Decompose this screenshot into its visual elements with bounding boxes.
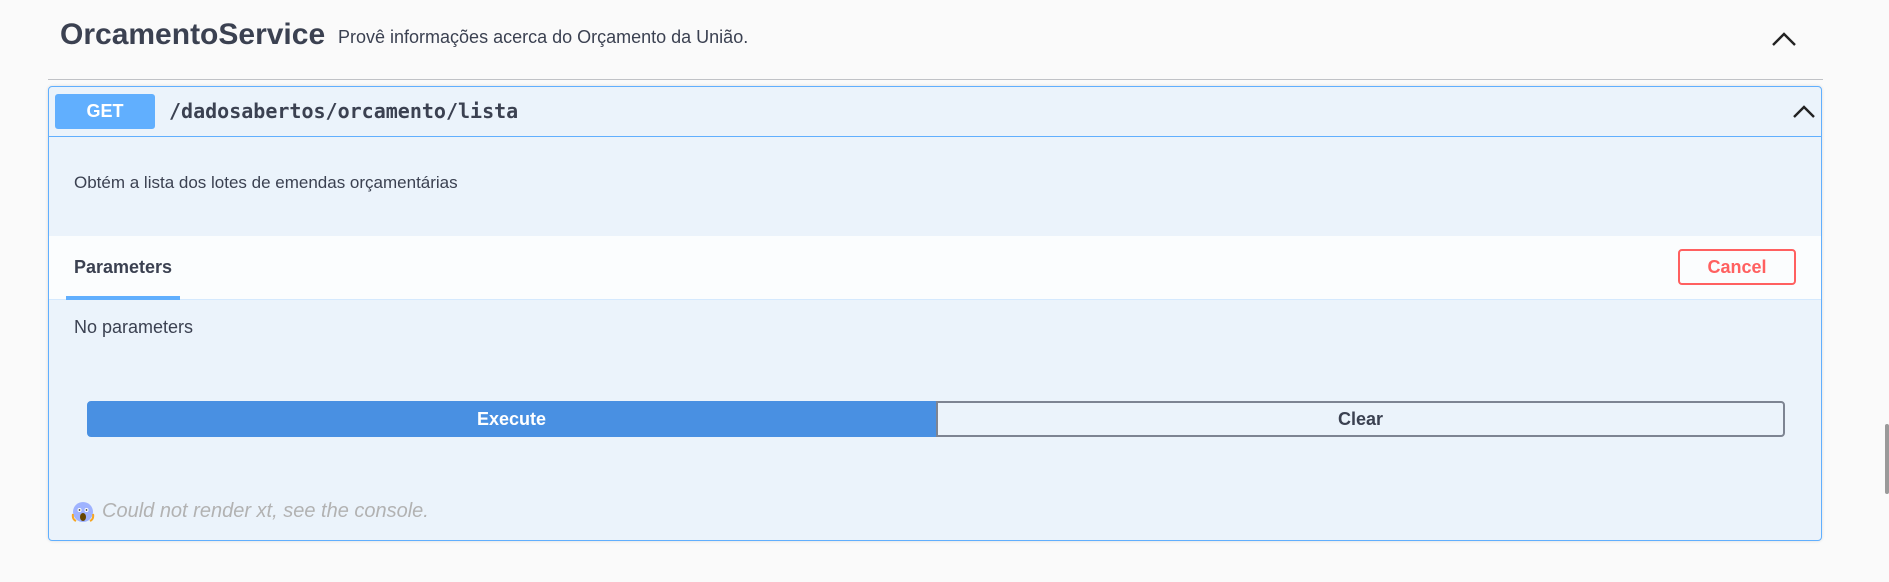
operation-path: /dadosabertos/orcamento/lista bbox=[169, 99, 519, 123]
tag-section-header[interactable]: OrcamentoService Provê informações acerc… bbox=[48, 0, 1823, 80]
scrollbar-thumb[interactable] bbox=[1885, 424, 1889, 494]
operation-summary[interactable]: GET /dadosabertos/orcamento/lista bbox=[49, 87, 1821, 137]
tab-parameters[interactable]: Parameters bbox=[66, 236, 180, 300]
screaming-face-icon bbox=[71, 500, 95, 524]
operation-description: Obtém a lista dos lotes de emendas orçam… bbox=[74, 173, 458, 192]
tag-title: OrcamentoService bbox=[60, 18, 326, 51]
page: OrcamentoService Provê informações acerc… bbox=[0, 0, 1889, 582]
chevron-up-icon[interactable] bbox=[1789, 97, 1819, 127]
cancel-button[interactable]: Cancel bbox=[1678, 249, 1796, 285]
parameters-header: Parameters Cancel bbox=[49, 236, 1821, 300]
tab-parameters-label: Parameters bbox=[74, 257, 173, 277]
no-parameters-text: No parameters bbox=[74, 317, 194, 337]
chevron-up-icon[interactable] bbox=[1766, 21, 1802, 57]
method-badge: GET bbox=[55, 94, 155, 129]
render-error-text: Could not render xt, see the console. bbox=[102, 500, 429, 522]
operation-block-get: GET /dadosabertos/orcamento/lista Obtém … bbox=[48, 86, 1822, 541]
tag-description: Provê informações acerca do Orçamento da… bbox=[338, 27, 749, 47]
execute-button[interactable]: Execute bbox=[87, 401, 936, 437]
clear-button[interactable]: Clear bbox=[936, 401, 1785, 437]
